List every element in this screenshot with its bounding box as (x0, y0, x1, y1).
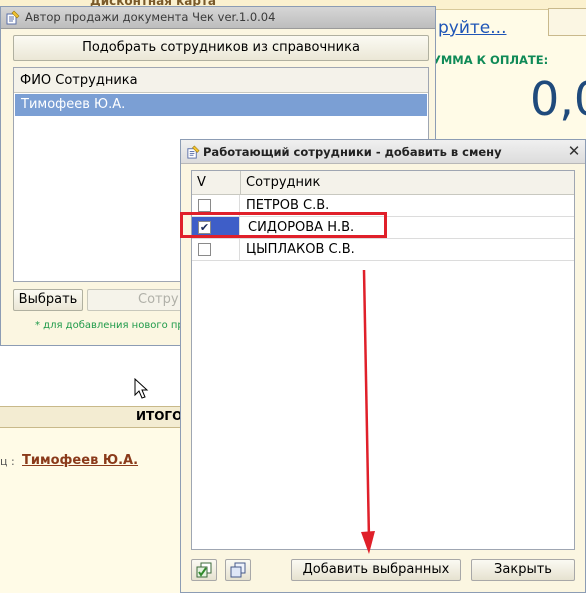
column-divider[interactable] (240, 171, 241, 195)
list-item[interactable]: Тимофеев Ю.А. (15, 94, 427, 116)
employee-grid-header: V Сотрудник (192, 171, 574, 195)
mouse-cursor-icon (134, 378, 149, 399)
employee-dialog-title: Работающий сотрудники - добавить в смену (203, 145, 502, 159)
red-arrow-icon (361, 270, 375, 554)
author-window-title: Автор продажи документа Чек ver.1.0.04 (25, 10, 276, 24)
author-window-titlebar[interactable]: Автор продажи документа Чек ver.1.0.04 (1, 7, 435, 29)
choose-button[interactable]: Выбрать (13, 289, 83, 311)
check-all-icon (196, 562, 212, 578)
background-button[interactable] (548, 8, 586, 36)
add-selected-button[interactable]: Добавить выбранных (291, 559, 461, 581)
check-cell[interactable] (192, 239, 240, 260)
sum-to-pay-label: УММА К ОПЛАТЕ: (432, 53, 549, 67)
close-icon[interactable]: ✕ (565, 142, 583, 160)
table-row[interactable]: ЦЫПЛАКОВ С.В. (192, 239, 574, 261)
employee-dialog: Работающий сотрудники - добавить в смену… (180, 139, 586, 593)
sum-to-pay-value: 0,0 (530, 72, 586, 126)
document-pencil-icon (187, 145, 200, 159)
document-pencil-icon (6, 10, 20, 25)
column-header-employee[interactable]: Сотрудник (246, 175, 320, 190)
pick-employees-button[interactable]: Подобрать сотрудников из справочника (13, 35, 429, 61)
seller-name-link[interactable]: Тимофеев Ю.А. (22, 453, 138, 468)
employee-name: ПЕТРОВ С.В. (246, 198, 330, 213)
column-header-v[interactable]: V (197, 175, 206, 190)
employee-name: ЦЫПЛАКОВ С.В. (246, 242, 355, 257)
author-list-header[interactable]: ФИО Сотрудника (14, 68, 428, 93)
employee-checkbox[interactable] (198, 243, 211, 256)
background-panel (0, 346, 180, 406)
total-label: ИТОГО (136, 409, 183, 423)
employee-button[interactable]: Сотру (87, 289, 183, 311)
employee-checkbox[interactable] (198, 199, 211, 212)
copy-button[interactable] (225, 559, 251, 581)
background-link[interactable]: руйте... (438, 18, 506, 38)
select-all-button[interactable] (191, 559, 217, 581)
employee-dialog-titlebar[interactable]: Работающий сотрудники - добавить в смену… (181, 140, 585, 164)
red-highlight-box (180, 212, 387, 238)
copy-icon (230, 562, 246, 578)
column-header-fio: ФИО Сотрудника (20, 73, 138, 88)
seller-field-label: ц : (0, 455, 15, 468)
close-button[interactable]: Закрыть (471, 559, 575, 581)
add-new-hint: * для добавления нового пр (35, 320, 181, 331)
list-item-label: Тимофеев Ю.А. (21, 97, 126, 112)
